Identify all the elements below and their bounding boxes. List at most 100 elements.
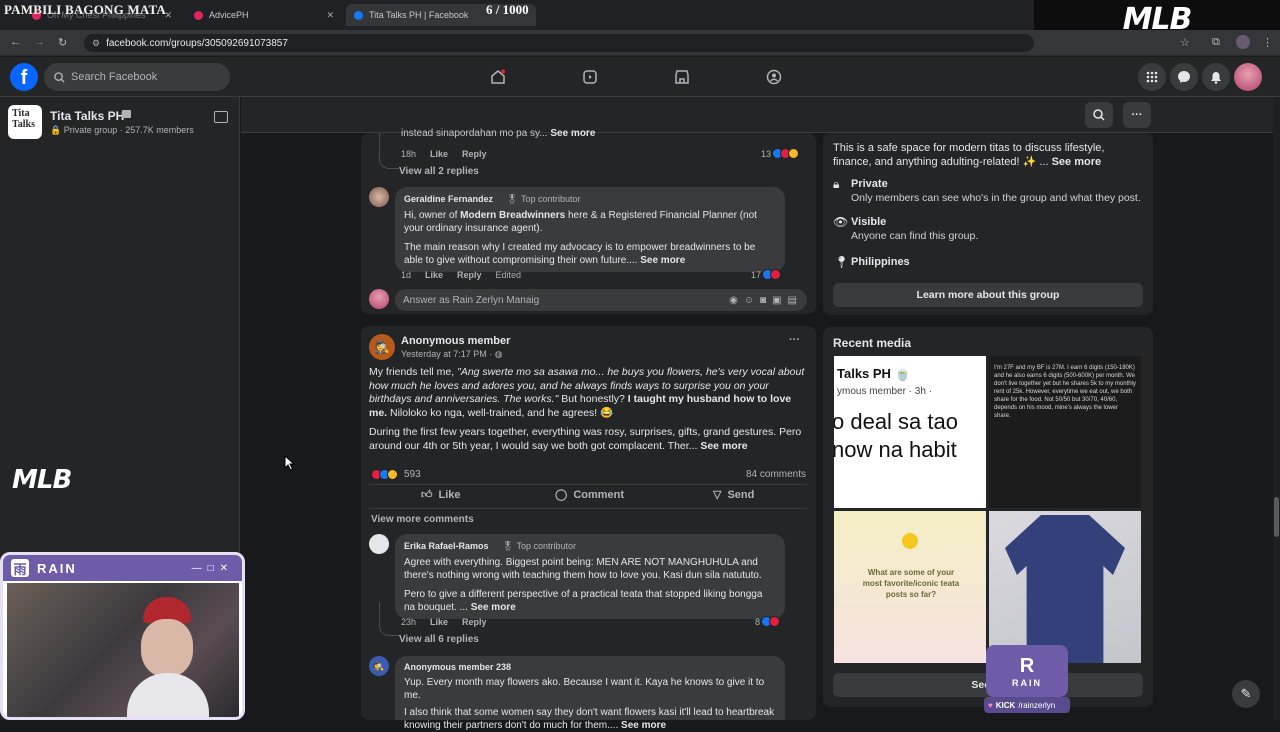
notifications-bell-icon[interactable] — [1202, 63, 1230, 91]
reaction-count: 593 — [404, 469, 421, 480]
view-more-comments-link[interactable]: View more comments — [371, 514, 474, 525]
more-options-icon[interactable]: ··· — [1123, 102, 1151, 128]
group-description: This is a safe space for modern titas to… — [833, 141, 1145, 169]
url-text: facebook.com/groups/305092691073857 — [106, 37, 288, 49]
group-name[interactable]: Tita Talks PH — [50, 109, 124, 123]
lock-icon: 🔒 — [50, 125, 62, 135]
commenter-avatar[interactable] — [369, 187, 389, 207]
scrollbar-thumb[interactable] — [1274, 497, 1279, 537]
marketplace-icon[interactable] — [672, 67, 692, 87]
messenger-icon[interactable] — [1170, 63, 1198, 91]
answer-placeholder: Answer as Rain Zerlyn Manaig — [403, 294, 540, 306]
post-time[interactable]: Yesterday at 7:17 PM · ◍ — [401, 349, 503, 360]
comment-bubble: Erika Rafael-Ramos 🎖 Top contributor Agre… — [395, 534, 785, 619]
view-replies-link[interactable]: View all 6 replies — [399, 634, 479, 645]
like-link[interactable]: Like — [425, 270, 443, 280]
commenter-name[interactable]: Geraldine Fernandez — [404, 194, 493, 204]
top-comment-snippet: instead sinapordahan mo pa sy... See mor… — [401, 127, 595, 140]
answer-input[interactable]: Answer as Rain Zerlyn Manaig ◉☺◙▣▤ — [395, 289, 807, 311]
thread-line — [379, 133, 399, 169]
badge-label: Top contributor — [516, 541, 577, 551]
comment-actions: 18h Like Reply — [401, 149, 487, 159]
new-message-icon[interactable]: ✎ — [1232, 680, 1260, 708]
reply-link[interactable]: Reply — [457, 270, 482, 280]
browser-tab-2[interactable]: AdvicePH ✕ — [186, 4, 342, 26]
home-icon[interactable] — [488, 67, 508, 87]
commenter-name[interactable]: Erika Rafael-Ramos — [404, 541, 489, 551]
back-icon[interactable]: ← — [10, 36, 21, 48]
post-body: My friends tell me, "Ang swerte mo sa as… — [369, 366, 807, 453]
video-icon[interactable] — [580, 67, 600, 87]
comment-bubble: Anonymous member 238 Yup. Every month ma… — [395, 656, 785, 731]
account-avatar[interactable] — [1234, 63, 1262, 91]
comment-actions: 23h Like Reply — [401, 617, 487, 627]
reaction-count: 8 — [755, 616, 761, 627]
media-tile-3[interactable]: What are some of your most favorite/icon… — [834, 511, 986, 663]
facebook-search-input[interactable]: Search Facebook — [44, 63, 230, 91]
learn-more-button[interactable]: Learn more about this group — [833, 283, 1143, 307]
tile-subheader: ymous member · 3h · — [837, 386, 933, 397]
comment-bubble: Geraldine Fernandez 🎖 Top contributor Hi,… — [395, 187, 785, 272]
profile-avatar[interactable] — [1236, 35, 1250, 49]
comment-reactions[interactable]: 8 — [755, 616, 781, 627]
view-replies-link[interactable]: View all 2 replies — [399, 166, 479, 177]
like-link[interactable]: Like — [430, 617, 448, 627]
bookmark-star-icon[interactable]: ☆ — [1180, 36, 1190, 49]
forward-icon[interactable]: → — [34, 36, 45, 48]
collapse-sidebar-icon[interactable] — [214, 111, 228, 123]
facebook-logo-icon[interactable]: f — [10, 63, 38, 91]
reload-icon[interactable]: ↻ — [58, 36, 67, 49]
see-more-link[interactable]: See more — [1052, 156, 1102, 168]
commenter-name[interactable]: Anonymous member 238 — [404, 661, 776, 674]
composer-icons[interactable]: ◉☺◙▣▤ — [729, 295, 807, 306]
post-more-icon[interactable]: ··· — [789, 334, 800, 346]
window-controls-icons: —□✕ — [191, 562, 234, 574]
tile-text: What are some of your most favorite/icon… — [862, 568, 960, 599]
see-more-link[interactable]: See more — [550, 128, 595, 139]
page-scrollbar[interactable] — [1273, 97, 1280, 720]
group-avatar[interactable]: Tita Talks — [8, 105, 42, 139]
post-reactions[interactable]: 593 — [371, 469, 421, 480]
heart-icon: ♥ — [988, 700, 993, 710]
lock-icon: 🔒︎ — [833, 177, 840, 191]
see-more-link[interactable]: See more — [640, 255, 685, 266]
badge-label: Top contributor — [520, 194, 581, 204]
webcam-header: 雨 RAIN —□✕ — [3, 555, 242, 581]
reply-link[interactable]: Reply — [462, 149, 487, 159]
see-more-link[interactable]: See more — [471, 602, 516, 613]
see-more-link[interactable]: See more — [621, 720, 666, 731]
send-button[interactable]: ▽ Send — [713, 488, 754, 502]
media-tile-2[interactable]: I'm 27F and my BF is 27M. I earn 6 digit… — [989, 356, 1141, 508]
commenter-avatar[interactable] — [369, 534, 389, 554]
url-field[interactable]: ⚙ facebook.com/groups/305092691073857 — [84, 34, 1034, 52]
comment-reactions[interactable]: 17 — [751, 269, 782, 280]
divider — [369, 484, 807, 485]
commenter-name-row: Erika Rafael-Ramos 🎖 Top contributor — [404, 539, 776, 554]
anonymous-post-card: 🕵 Anonymous member Yesterday at 7:17 PM … — [361, 326, 816, 731]
mouse-cursor-icon — [284, 455, 295, 471]
divider — [369, 508, 807, 509]
reply-link[interactable]: Reply — [462, 617, 487, 627]
comment-reactions[interactable]: 13 — [761, 148, 800, 159]
media-tile-1[interactable]: Talks PH 🍵 ymous member · 3h · o deal sa… — [834, 356, 986, 508]
post-author[interactable]: Anonymous member — [401, 335, 510, 347]
text-run: But honestly? — [558, 393, 628, 405]
site-info-icon[interactable]: ⚙ — [92, 38, 100, 49]
like-link[interactable]: Like — [430, 149, 448, 159]
comments-count-link[interactable]: 84 comments — [746, 469, 806, 480]
location-pin-icon: 📍︎ — [834, 255, 850, 269]
menu-grid-icon[interactable] — [1138, 63, 1166, 91]
close-icon[interactable]: ✕ — [326, 10, 334, 21]
extensions-icon[interactable]: ⧉ — [1212, 36, 1220, 49]
anonymous-avatar-icon: 🕵 — [369, 656, 389, 676]
browser-menu-icon[interactable]: ⋮ — [1262, 36, 1273, 49]
see-more-link[interactable]: See more — [700, 440, 747, 452]
media-tile-4[interactable] — [989, 511, 1141, 663]
tab-label: AdvicePH — [209, 10, 249, 20]
like-button[interactable]: 👍︎ Like — [421, 488, 461, 502]
comment-button[interactable]: ◯ Comment — [555, 488, 624, 502]
group-search-button[interactable] — [1085, 102, 1113, 128]
groups-icon[interactable] — [764, 67, 784, 87]
shirt-image — [127, 673, 209, 717]
shirt-image — [1005, 515, 1125, 663]
